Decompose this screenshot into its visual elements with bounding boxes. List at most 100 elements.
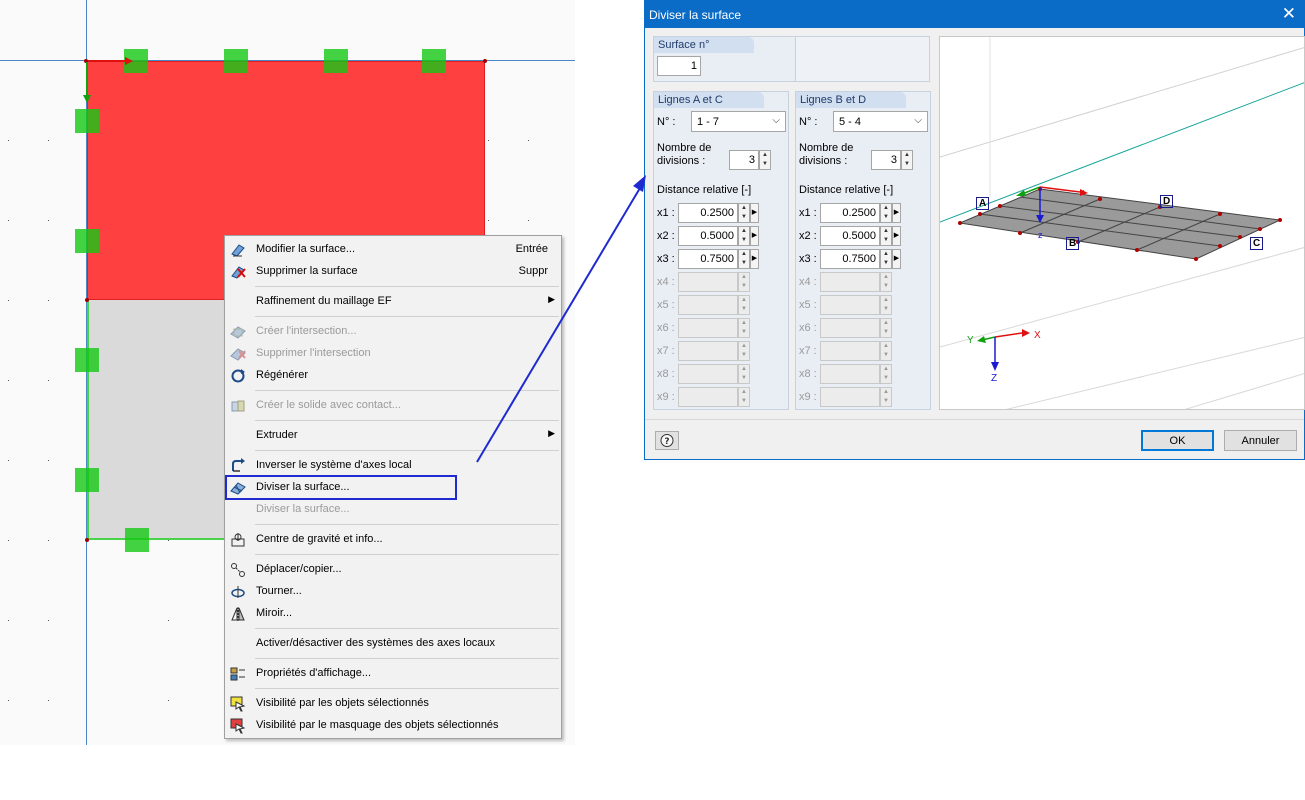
group-header: Surface n°: [654, 37, 754, 53]
menu-item-create-intersection[interactable]: Créer l'intersection...: [225, 321, 561, 343]
menu-item-mesh-refinement[interactable]: Raffinement du maillage EF ▶: [225, 291, 561, 313]
menu-item-center-of-gravity[interactable]: Centre de gravité et info...: [225, 529, 561, 551]
distance-input[interactable]: [678, 341, 738, 361]
distance-spinner[interactable]: ▲ ▼: [880, 341, 892, 361]
menu-item-rotate[interactable]: Tourner...: [225, 581, 561, 603]
menu-item-divide-surface-disabled[interactable]: Diviser la surface...: [225, 499, 561, 521]
highlight-rectangle: [225, 475, 457, 500]
menu-item-create-solid-contact[interactable]: Créer le solide avec contact...: [225, 395, 561, 417]
cancel-button[interactable]: Annuler: [1224, 430, 1297, 451]
submenu-arrow-icon: ▶: [548, 428, 555, 438]
distance-x-label: x3 :: [657, 253, 675, 265]
distance-spinner[interactable]: ▲ ▼: [738, 318, 750, 338]
distance-spinner[interactable]: ▲ ▼: [738, 249, 750, 269]
menu-item-delete-surface[interactable]: Supprimer la surface Suppr: [225, 261, 561, 283]
distance-spinner[interactable]: ▲ ▼: [880, 272, 892, 292]
distance-input[interactable]: 0.7500: [820, 249, 880, 269]
distance-spinner[interactable]: ▲ ▼: [880, 249, 892, 269]
distance-spinner[interactable]: ▲ ▼: [738, 295, 750, 315]
distance-input[interactable]: 0.5000: [820, 226, 880, 246]
footer-divider: [645, 419, 1304, 420]
menu-item-delete-intersection[interactable]: Supprimer l'intersection: [225, 343, 561, 365]
distance-x-label: x9 :: [657, 391, 675, 403]
local-x-label: x: [1080, 187, 1085, 197]
distance-input[interactable]: 0.5000: [678, 226, 738, 246]
menu-item-toggle-local-axes[interactable]: Activer/désactiver des systèmes des axes…: [225, 633, 561, 655]
pick-arrow-button[interactable]: ▶: [750, 249, 759, 269]
menu-item-label: Activer/désactiver des systèmes des axes…: [256, 637, 496, 649]
menu-item-label: Miroir...: [256, 607, 293, 619]
menu-item-visibility-selected[interactable]: Visibilité par les objets sélectionnés: [225, 693, 561, 715]
distance-input[interactable]: [820, 272, 880, 292]
distance-input[interactable]: [678, 272, 738, 292]
menu-item-label: Inverser le système d'axes local: [256, 459, 412, 471]
menu-separator: [255, 450, 559, 451]
pick-arrow-button[interactable]: ▶: [892, 249, 901, 269]
move-copy-icon: [230, 562, 246, 578]
menu-item-label: Supprimer la surface: [256, 265, 358, 277]
distance-spinner[interactable]: ▲ ▼: [880, 364, 892, 384]
distance-spinner[interactable]: ▲ ▼: [738, 341, 750, 361]
menu-item-label: Visibilité par le masquage des objets sé…: [256, 719, 499, 731]
divisions-spinner[interactable]: ▲ ▼: [759, 150, 771, 170]
distance-input[interactable]: [678, 387, 738, 407]
distance-input[interactable]: 0.7500: [678, 249, 738, 269]
menu-item-extrude[interactable]: Extruder ▶: [225, 425, 561, 447]
divisions-spinner[interactable]: ▲ ▼: [901, 150, 913, 170]
distance-spinner[interactable]: ▲ ▼: [880, 318, 892, 338]
menu-item-display-properties[interactable]: Propriétés d'affichage...: [225, 663, 561, 685]
distance-x-label: x7 :: [657, 345, 675, 357]
divisions-label: divisions :: [799, 155, 848, 167]
menu-item-regenerate[interactable]: Régénérer: [225, 365, 561, 387]
rotate-icon: [230, 584, 246, 600]
distance-input[interactable]: [820, 318, 880, 338]
menu-item-move-copy[interactable]: Déplacer/copier...: [225, 559, 561, 581]
menu-item-mirror[interactable]: Miroir...: [225, 603, 561, 625]
menu-separator: [255, 316, 559, 317]
pick-arrow-button[interactable]: ▶: [892, 203, 901, 223]
pick-arrow-button[interactable]: ▶: [892, 226, 901, 246]
distance-x-label: x1 :: [657, 207, 675, 219]
distance-input[interactable]: [820, 295, 880, 315]
distance-spinner[interactable]: ▲ ▼: [880, 226, 892, 246]
distance-spinner[interactable]: ▲ ▼: [738, 226, 750, 246]
distance-input[interactable]: 0.2500: [820, 203, 880, 223]
distance-spinner[interactable]: ▲ ▼: [738, 364, 750, 384]
dialog-title-bar[interactable]: Diviser la surface ✕: [645, 1, 1304, 28]
divisions-input[interactable]: 3: [729, 150, 759, 170]
distance-input[interactable]: [820, 364, 880, 384]
surface-number-field[interactable]: 1: [657, 56, 701, 76]
distance-input[interactable]: [820, 341, 880, 361]
menu-item-invert-local-axes[interactable]: Inverser le système d'axes local: [225, 455, 561, 477]
ok-button[interactable]: OK: [1141, 430, 1214, 451]
distance-spinner[interactable]: ▲ ▼: [738, 272, 750, 292]
distance-spinner[interactable]: ▲ ▼: [738, 387, 750, 407]
pick-arrow-button[interactable]: ▶: [750, 203, 759, 223]
help-button[interactable]: ?: [655, 431, 679, 450]
pick-arrow-button[interactable]: ▶: [750, 226, 759, 246]
distance-input[interactable]: [678, 295, 738, 315]
divisions-input[interactable]: 3: [871, 150, 901, 170]
lines-bd-select[interactable]: 5 - 4 ⌵: [833, 111, 928, 132]
distance-x-label: x1 :: [799, 207, 817, 219]
group-header: Lignes B et D: [796, 92, 906, 108]
menu-item-modify-surface[interactable]: Modifier la surface... Entrée: [225, 239, 561, 261]
close-icon[interactable]: ✕: [1282, 5, 1296, 22]
surface-preview[interactable]: A B C D x z X Y Z: [939, 36, 1305, 410]
menu-item-label: Visibilité par les objets sélectionnés: [256, 697, 429, 709]
menu-item-label: Régénérer: [256, 369, 308, 381]
distance-input[interactable]: 0.2500: [678, 203, 738, 223]
distance-input[interactable]: [820, 387, 880, 407]
distance-spinner[interactable]: ▲ ▼: [880, 387, 892, 407]
distance-x-label: x2 :: [799, 230, 817, 242]
delete-intersection-icon: [230, 346, 246, 362]
display-properties-icon: [230, 666, 246, 682]
visibility-selected-icon: [230, 696, 246, 712]
distance-input[interactable]: [678, 364, 738, 384]
menu-item-visibility-hide-selected[interactable]: Visibilité par le masquage des objets sé…: [225, 715, 561, 737]
distance-spinner[interactable]: ▲ ▼: [880, 295, 892, 315]
distance-input[interactable]: [678, 318, 738, 338]
lines-ac-select[interactable]: 1 - 7 ⌵: [691, 111, 786, 132]
distance-spinner[interactable]: ▲ ▼: [738, 203, 750, 223]
distance-spinner[interactable]: ▲ ▼: [880, 203, 892, 223]
